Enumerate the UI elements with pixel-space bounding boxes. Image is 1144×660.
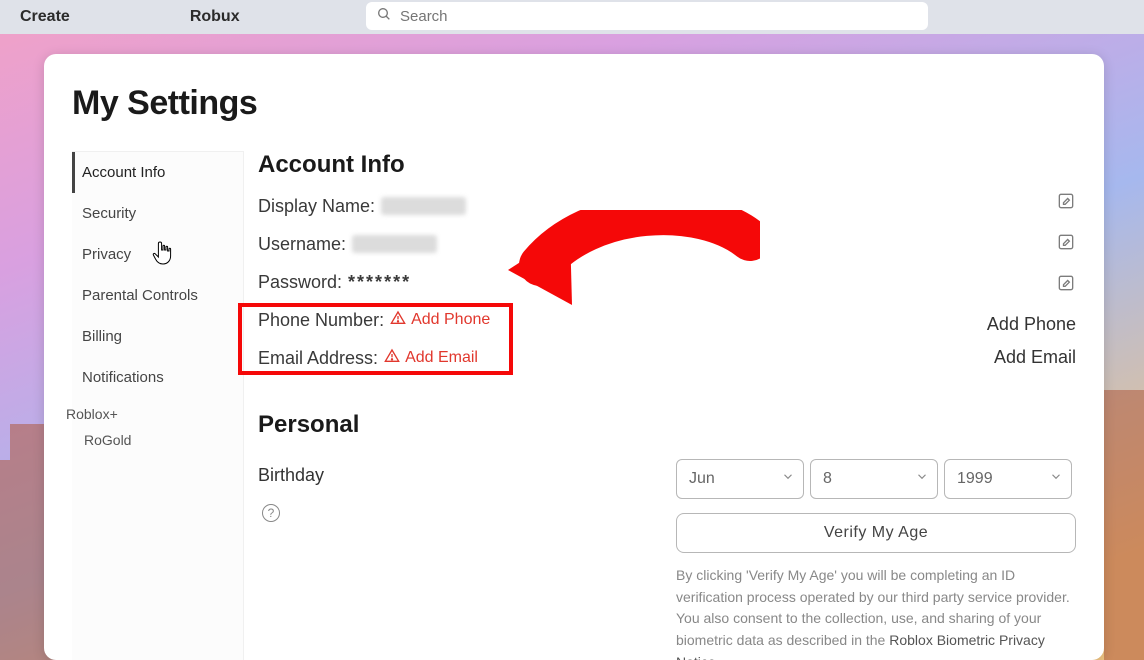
- birthday-day-select[interactable]: 8: [810, 459, 938, 499]
- edit-username-icon[interactable]: [1056, 232, 1076, 261]
- add-email-inline-label: Add Email: [405, 349, 478, 367]
- birthday-label: Birthday: [258, 459, 378, 486]
- username-value: [352, 235, 437, 253]
- birthday-year-value: 1999: [957, 470, 993, 488]
- sidebar-item-security[interactable]: Security: [72, 193, 243, 234]
- password-label: Password:: [258, 272, 342, 293]
- verify-disclaimer: By clicking 'Verify My Age' you will be …: [676, 565, 1076, 660]
- sidebar-extension-sub[interactable]: RoGold: [72, 426, 243, 462]
- chevron-down-icon: [781, 470, 795, 489]
- decorative-city-right: [1104, 390, 1144, 660]
- settings-sidebar: Account Info Security Privacy Parental C…: [72, 151, 244, 660]
- birthday-month-value: Jun: [689, 470, 715, 488]
- warning-icon: [384, 348, 400, 369]
- birthday-month-select[interactable]: Jun: [676, 459, 804, 499]
- nav-robux[interactable]: Robux: [190, 8, 240, 26]
- account-info-right-col: Add Phone Add Email: [946, 191, 1076, 368]
- add-email-inline[interactable]: Add Email: [384, 348, 478, 369]
- settings-card: My Settings Account Info Security Privac…: [44, 54, 1104, 660]
- add-phone-inline[interactable]: Add Phone: [390, 310, 490, 331]
- sidebar-item-account-info[interactable]: Account Info: [72, 152, 243, 193]
- chevron-down-icon: [1049, 470, 1063, 489]
- warning-icon: [390, 310, 406, 331]
- edit-display-name-icon[interactable]: [1056, 191, 1076, 220]
- phone-label: Phone Number:: [258, 310, 384, 331]
- sidebar-item-privacy[interactable]: Privacy: [72, 234, 243, 275]
- search-icon: [376, 6, 392, 27]
- disclaimer-text-b: .: [716, 654, 720, 660]
- password-mask: *******: [348, 272, 411, 293]
- add-phone-inline-label: Add Phone: [411, 311, 490, 329]
- nav-create[interactable]: Create: [20, 8, 70, 26]
- sidebar-item-parental-controls[interactable]: Parental Controls: [72, 275, 243, 316]
- settings-main: Account Info Display Name: Username: Pas…: [244, 151, 1076, 660]
- display-name-value: [381, 197, 466, 215]
- add-phone-button[interactable]: Add Phone: [987, 314, 1076, 335]
- chevron-down-icon: [915, 470, 929, 489]
- personal-heading: Personal: [258, 411, 1076, 439]
- search-box[interactable]: [366, 2, 928, 30]
- page-title: My Settings: [72, 84, 1076, 123]
- birthday-day-value: 8: [823, 470, 832, 488]
- verify-age-button[interactable]: Verify My Age: [676, 513, 1076, 553]
- sidebar-item-notifications[interactable]: Notifications: [72, 357, 243, 398]
- search-input[interactable]: [400, 8, 918, 25]
- account-info-heading: Account Info: [258, 151, 1076, 179]
- email-label: Email Address:: [258, 348, 378, 369]
- display-name-label: Display Name:: [258, 196, 375, 217]
- sidebar-item-billing[interactable]: Billing: [72, 316, 243, 357]
- help-icon[interactable]: ?: [262, 504, 280, 522]
- add-email-button[interactable]: Add Email: [994, 347, 1076, 368]
- username-label: Username:: [258, 234, 346, 255]
- sidebar-extension-label: Roblox+: [66, 398, 243, 426]
- birthday-year-select[interactable]: 1999: [944, 459, 1072, 499]
- edit-password-icon[interactable]: [1056, 273, 1076, 302]
